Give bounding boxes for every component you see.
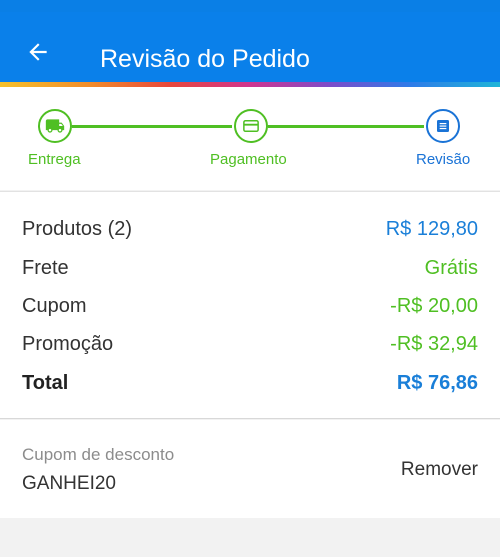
arrow-left-icon bbox=[29, 43, 47, 61]
summary-value: R$ 129,80 bbox=[385, 217, 478, 240]
summary-value: -R$ 20,00 bbox=[390, 294, 478, 317]
summary-label: Cupom bbox=[22, 294, 87, 317]
back-button[interactable] bbox=[20, 34, 56, 70]
coupon-section: Cupom de desconto GANHEI20 Remover bbox=[0, 420, 500, 518]
checkout-stepper: Entrega Pagamento Revisão bbox=[0, 87, 500, 190]
step-connector bbox=[72, 125, 232, 128]
document-icon bbox=[437, 120, 449, 132]
coupon-code: GANHEI20 bbox=[22, 473, 116, 494]
summary-label: Promoção bbox=[22, 332, 114, 355]
summary-row-produtos: Produtos (2) R$ 129,80 bbox=[22, 214, 478, 244]
status-bar bbox=[0, 0, 500, 12]
total-label: Total bbox=[22, 371, 69, 394]
step-label-pagamento: Pagamento bbox=[210, 151, 287, 168]
page-title: Revisão do Pedido bbox=[100, 45, 310, 73]
truck-icon bbox=[45, 119, 65, 133]
step-label-entrega: Entrega bbox=[28, 151, 81, 168]
card-icon bbox=[243, 120, 259, 132]
app-bar: Revisão do Pedido bbox=[0, 12, 500, 82]
coupon-label: Cupom de desconto bbox=[22, 445, 175, 464]
summary-label: Frete bbox=[22, 256, 69, 279]
summary-row-total: Total R$ 76,86 bbox=[22, 368, 478, 398]
summary-row-frete: Frete Grátis bbox=[22, 253, 478, 283]
step-label-revisao: Revisão bbox=[416, 151, 471, 168]
summary-label: Produtos (2) bbox=[22, 217, 133, 240]
summary-value: Grátis bbox=[424, 256, 478, 279]
summary-row-promocao: Promoção -R$ 32,94 bbox=[22, 329, 478, 359]
step-pagamento[interactable] bbox=[234, 109, 268, 143]
summary-row-cupom: Cupom -R$ 20,00 bbox=[22, 291, 478, 321]
total-value: R$ 76,86 bbox=[396, 371, 478, 394]
remove-coupon-button[interactable]: Remover bbox=[401, 459, 478, 481]
step-connector bbox=[268, 125, 424, 128]
step-revisao[interactable] bbox=[426, 109, 460, 143]
step-entrega[interactable] bbox=[38, 109, 72, 143]
order-summary: Produtos (2) R$ 129,80 Frete Grátis Cupo… bbox=[0, 191, 500, 419]
summary-value: -R$ 32,94 bbox=[390, 332, 478, 355]
